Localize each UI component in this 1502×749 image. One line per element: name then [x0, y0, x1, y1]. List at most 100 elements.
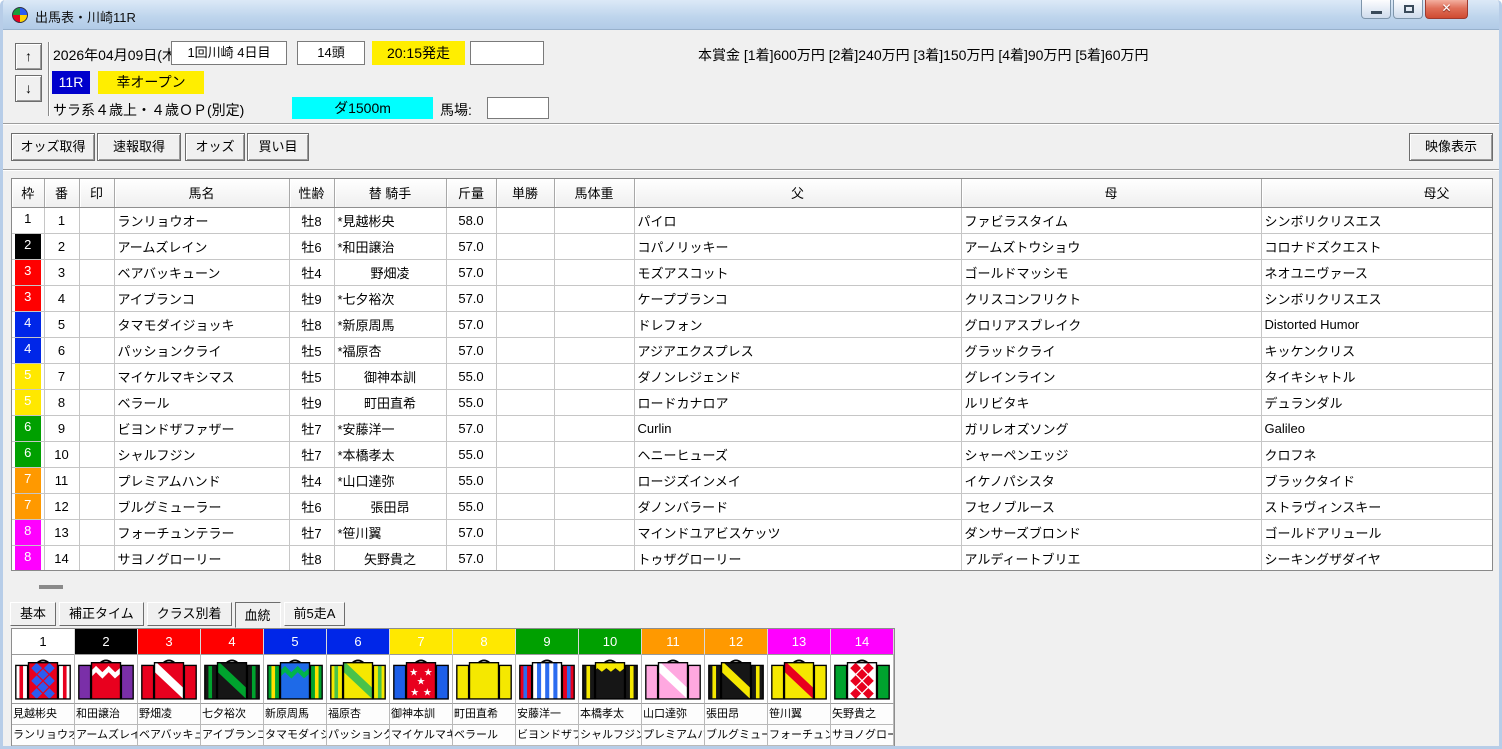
cell-name[interactable]: ベアバッキューン [114, 259, 289, 285]
cell-damsire[interactable]: ゴールドアリュール [1261, 519, 1493, 545]
cell-jockey[interactable]: *山口達弥 [334, 467, 446, 493]
cell-dam[interactable]: グレインライン [961, 363, 1261, 389]
cell-damsire[interactable]: Galileo [1261, 415, 1493, 441]
cell-name[interactable]: シャルフジン [114, 441, 289, 467]
cell-weight[interactable]: 57.0 [446, 337, 496, 363]
cell-dam[interactable]: ダンサーズブロンド [961, 519, 1261, 545]
cell-sire[interactable]: マインドユアビスケッツ [634, 519, 961, 545]
cell-jockey[interactable]: 町田直希 [334, 389, 446, 415]
cell-dam[interactable]: アルディートブリエ [961, 545, 1261, 571]
cell-dam[interactable]: アームズトウショウ [961, 233, 1261, 259]
cell-horse_weight[interactable] [554, 545, 634, 571]
cell-name[interactable]: ベラール [114, 389, 289, 415]
cell-dam[interactable]: シャーペンエッジ [961, 441, 1261, 467]
cell-horse_weight[interactable] [554, 311, 634, 337]
cell-dam[interactable]: ルリビタキ [961, 389, 1261, 415]
cell-jockey[interactable]: 御神本訓 [334, 363, 446, 389]
cell-mark[interactable] [79, 441, 114, 467]
minimize-button[interactable] [1361, 0, 1391, 19]
cell-damsire[interactable]: シーキングザダイヤ [1261, 545, 1493, 571]
cell-name[interactable]: プレミアムハンド [114, 467, 289, 493]
horse-row-8[interactable]: 58ベラール牡9町田直希55.0ロードカナロアルリビタキデュランダル [12, 389, 1493, 415]
horse-row-11[interactable]: 711プレミアムハンド牡4*山口達弥55.0ロージズインメイイケノパシスタブラッ… [12, 467, 1493, 493]
cell-weight[interactable]: 57.0 [446, 545, 496, 571]
cell-mark[interactable] [79, 207, 114, 233]
cell-name[interactable]: アームズレイン [114, 233, 289, 259]
cell-num[interactable]: 8 [44, 389, 79, 415]
cell-sex_age[interactable]: 牡4 [289, 259, 334, 285]
cell-sire[interactable]: パイロ [634, 207, 961, 233]
cell-horse_weight[interactable] [554, 415, 634, 441]
cell-mark[interactable] [79, 285, 114, 311]
cell-waku[interactable]: 4 [12, 337, 44, 363]
cell-dam[interactable]: ファビラスタイム [961, 207, 1261, 233]
horse-row-3[interactable]: 33ベアバッキューン牡4野畑凌57.0モズアスコットゴールドマッシモネオユニヴァ… [12, 259, 1493, 285]
cell-waku[interactable]: 7 [12, 493, 44, 519]
cell-name[interactable]: マイケルマキシマス [114, 363, 289, 389]
cell-mark[interactable] [79, 259, 114, 285]
cell-horse_weight[interactable] [554, 233, 634, 259]
cell-waku[interactable]: 2 [12, 233, 44, 259]
odds-fetch-button[interactable]: オッズ取得 [11, 133, 95, 161]
tab-basic[interactable]: 基本 [10, 602, 56, 626]
cell-win_odds[interactable] [496, 389, 554, 415]
cell-mark[interactable] [79, 519, 114, 545]
cell-weight[interactable]: 55.0 [446, 389, 496, 415]
cell-mark[interactable] [79, 467, 114, 493]
cell-damsire[interactable]: キッケンクリス [1261, 337, 1493, 363]
memo-box[interactable] [470, 41, 544, 65]
cell-damsire[interactable]: ネオユニヴァース [1261, 259, 1493, 285]
cell-num[interactable]: 11 [44, 467, 79, 493]
cell-win_odds[interactable] [496, 519, 554, 545]
cell-weight[interactable]: 57.0 [446, 311, 496, 337]
cell-name[interactable]: フォーチュンテラー [114, 519, 289, 545]
cell-waku[interactable]: 8 [12, 545, 44, 571]
cell-mark[interactable] [79, 363, 114, 389]
cell-num[interactable]: 1 [44, 207, 79, 233]
cell-sex_age[interactable]: 牡8 [289, 311, 334, 337]
cell-name[interactable]: タマモダイジョッキ [114, 311, 289, 337]
cell-weight[interactable]: 57.0 [446, 415, 496, 441]
cell-sire[interactable]: Curlin [634, 415, 961, 441]
cell-dam[interactable]: フセノブルース [961, 493, 1261, 519]
cell-weight[interactable]: 55.0 [446, 493, 496, 519]
cell-damsire[interactable]: シンボリクリスエス [1261, 207, 1493, 233]
tab-last5-a[interactable]: 前5走A [284, 602, 346, 626]
cell-jockey[interactable]: *笹川翼 [334, 519, 446, 545]
cell-jockey[interactable]: *七夕裕次 [334, 285, 446, 311]
cell-sire[interactable]: ケープブランコ [634, 285, 961, 311]
cell-jockey[interactable]: 矢野貴之 [334, 545, 446, 571]
cell-name[interactable]: パッションクライ [114, 337, 289, 363]
cell-jockey[interactable]: 野畑凌 [334, 259, 446, 285]
cell-waku[interactable]: 8 [12, 519, 44, 545]
cell-sire[interactable]: ロードカナロア [634, 389, 961, 415]
cell-mark[interactable] [79, 415, 114, 441]
horse-row-12[interactable]: 712ブルグミューラー牡6張田昂55.0ダノンバラードフセノブルースストラヴィン… [12, 493, 1493, 519]
cell-sex_age[interactable]: 牡7 [289, 441, 334, 467]
cell-num[interactable]: 13 [44, 519, 79, 545]
cell-mark[interactable] [79, 545, 114, 571]
cell-weight[interactable]: 57.0 [446, 233, 496, 259]
cell-sire[interactable]: トゥザグローリー [634, 545, 961, 571]
cell-weight[interactable]: 55.0 [446, 363, 496, 389]
cell-sex_age[interactable]: 牡7 [289, 415, 334, 441]
cell-sex_age[interactable]: 牡6 [289, 233, 334, 259]
cell-damsire[interactable]: クロフネ [1261, 441, 1493, 467]
cell-num[interactable]: 12 [44, 493, 79, 519]
cell-sire[interactable]: ダノンレジェンド [634, 363, 961, 389]
horse-row-7[interactable]: 57マイケルマキシマス牡5御神本訓55.0ダノンレジェンドグレインラインタイキシ… [12, 363, 1493, 389]
cell-win_odds[interactable] [496, 467, 554, 493]
cell-sire[interactable]: ダノンバラード [634, 493, 961, 519]
cell-dam[interactable]: ゴールドマッシモ [961, 259, 1261, 285]
horse-row-6[interactable]: 46パッションクライ牡5*福原杏57.0アジアエクスプレスグラッドクライキッケン… [12, 337, 1493, 363]
cell-dam[interactable]: ガリレオズソング [961, 415, 1261, 441]
cell-waku[interactable]: 4 [12, 311, 44, 337]
cell-jockey[interactable]: 張田昂 [334, 493, 446, 519]
cell-win_odds[interactable] [496, 207, 554, 233]
cell-damsire[interactable]: シンボリクリスエス [1261, 285, 1493, 311]
cell-weight[interactable]: 55.0 [446, 441, 496, 467]
cell-waku[interactable]: 7 [12, 467, 44, 493]
cell-name[interactable]: アイブランコ [114, 285, 289, 311]
cell-horse_weight[interactable] [554, 389, 634, 415]
cell-jockey[interactable]: *安藤洋一 [334, 415, 446, 441]
